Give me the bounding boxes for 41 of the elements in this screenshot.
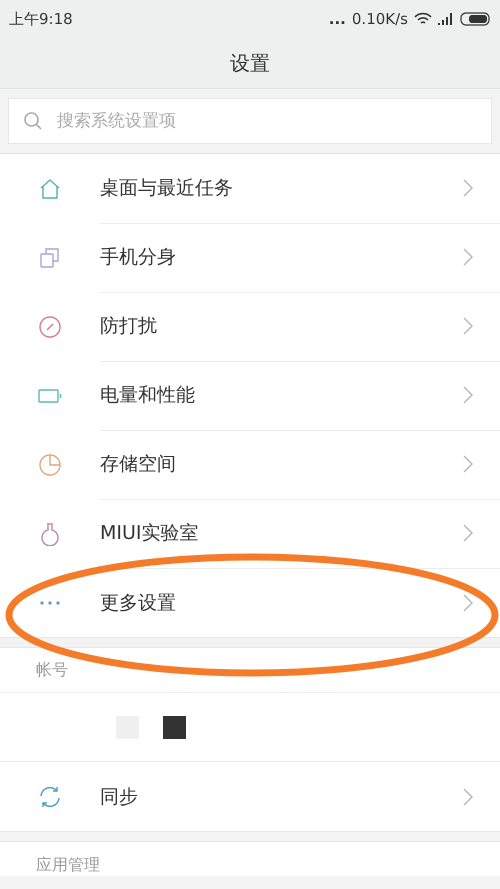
network-speed: 0.10K/s <box>352 10 408 28</box>
more-icon <box>40 600 60 604</box>
section-header: 帐号 <box>36 660 68 680</box>
chevron-icon <box>462 786 474 806</box>
item-label: 手机分身 <box>100 245 176 270</box>
section-header: 应用管理 <box>36 855 100 876</box>
no-entry-icon <box>38 314 62 338</box>
settings-item[interactable]: 手机分身 <box>0 223 500 292</box>
square-icon <box>163 716 186 738</box>
wifi-icon <box>414 12 432 26</box>
chevron-icon <box>462 592 474 612</box>
item-label: 更多设置 <box>100 590 176 616</box>
item-label: 桌面与最近任务 <box>100 176 233 201</box>
settings-item[interactable]: 更多设置 <box>0 568 500 637</box>
home-icon <box>38 176 62 200</box>
chevron-icon <box>462 178 474 198</box>
item-label: 同步 <box>100 784 138 810</box>
signal-icon <box>438 13 454 25</box>
settings-item[interactable]: 桌面与最近任务 <box>0 154 500 223</box>
chevron-icon <box>462 247 474 267</box>
clock: 上午9:18 <box>9 10 73 28</box>
chevron-icon <box>462 454 474 474</box>
item-label: 电量和性能 <box>100 383 195 408</box>
settings-item[interactable]: MIUI实验室 <box>0 499 500 568</box>
item-label: 防打扰 <box>100 314 157 339</box>
page-title: 设置 <box>230 50 270 76</box>
chevron-icon <box>462 316 474 336</box>
more-dots: ... <box>328 10 346 28</box>
chevron-icon <box>462 385 474 405</box>
sync-icon <box>38 784 62 808</box>
settings-item[interactable]: 防打扰 <box>0 292 500 361</box>
chevron-icon <box>462 523 474 543</box>
settings-item[interactable]: 电量和性能 <box>0 361 500 430</box>
search-field[interactable]: 搜索系统设置项 <box>8 98 492 144</box>
battery-status-icon <box>460 12 492 26</box>
item-label: 存储空间 <box>100 452 176 477</box>
pie-chart-icon <box>38 452 62 476</box>
search-icon <box>23 111 43 131</box>
item-label: MIUI实验室 <box>100 521 199 546</box>
settings-item[interactable]: 同步 <box>0 762 500 831</box>
settings-item[interactable]: 存储空间 <box>0 430 500 499</box>
